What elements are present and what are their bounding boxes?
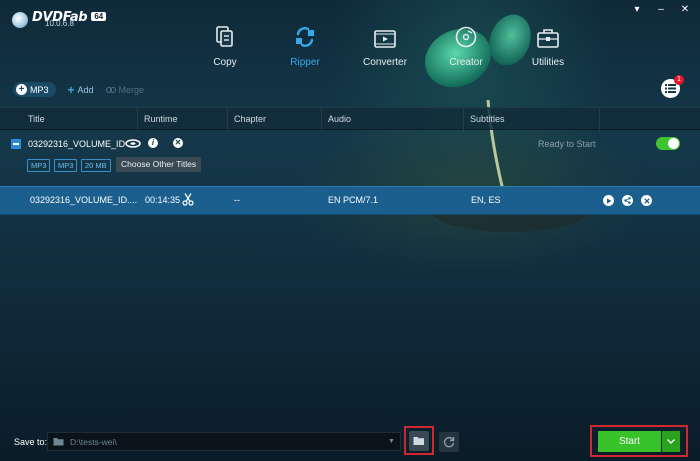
bluray-disc-icon <box>125 139 141 148</box>
play-icon <box>606 198 611 203</box>
save-path-value: D:\tests-wei\ <box>70 436 117 447</box>
start-options-button[interactable] <box>662 431 680 452</box>
tab-ripper-label: Ripper <box>290 57 320 68</box>
start-button[interactable]: Start <box>598 431 661 452</box>
refresh-icon <box>443 437 455 448</box>
merge-icon <box>105 86 116 93</box>
close-button[interactable]: ✕ <box>678 4 692 16</box>
column-chapter: Chapter <box>228 108 322 131</box>
open-folder-icon <box>413 436 424 445</box>
queue-count-badge: 1 <box>674 75 684 85</box>
merge-button[interactable]: Merge <box>105 84 145 95</box>
source-name: 03292316_VOLUME_ID <box>28 139 126 149</box>
column-title: Title <box>22 108 138 131</box>
choose-other-titles-button[interactable]: Choose Other Titles <box>116 157 202 172</box>
remove-title-button[interactable] <box>641 195 652 206</box>
source-toolbar: + MP3 + Add Merge <box>13 82 144 97</box>
tab-converter[interactable]: Converter <box>345 24 425 68</box>
table-header: Title Runtime Chapter Audio Subtitles <box>0 107 700 131</box>
status-text: Ready to Start <box>538 139 596 149</box>
output-profile-label: MP3 <box>30 84 49 95</box>
window-controls: ▾ – ✕ <box>630 4 692 16</box>
save-path-dropdown-icon[interactable]: ▼ <box>388 438 395 445</box>
settings-dropdown-icon[interactable]: ▾ <box>630 4 644 16</box>
tab-ripper[interactable]: Ripper <box>265 24 345 68</box>
module-tabs: Copy Ripper Converter Creator Utilities <box>185 24 589 68</box>
minus-icon <box>13 143 19 145</box>
row-chapter: -- <box>234 195 240 205</box>
source-enable-toggle[interactable] <box>656 137 680 150</box>
add-label: Add <box>77 84 94 95</box>
app-version: 10.0.6.8 <box>45 19 74 28</box>
row-runtime: 00:14:35 <box>145 195 181 205</box>
audio-format-tag[interactable]: MP3 <box>27 159 51 172</box>
refresh-button[interactable] <box>439 432 459 452</box>
plus-icon: + <box>16 84 27 95</box>
column-subtitles: Subtitles <box>464 108 600 131</box>
dvdfab-logo-icon <box>12 12 28 28</box>
add-button[interactable]: + Add <box>68 83 94 97</box>
ripper-icon <box>296 27 314 47</box>
utilities-icon <box>537 29 559 48</box>
list-icon <box>665 84 676 93</box>
scissors-icon[interactable] <box>182 193 194 206</box>
tab-creator[interactable]: Creator <box>425 24 507 68</box>
row-subtitles[interactable]: EN, ES <box>471 195 501 205</box>
output-profile-button[interactable]: + MP3 <box>13 82 56 97</box>
info-icon[interactable]: i <box>148 138 158 148</box>
size-tag: 20 MB <box>81 159 111 172</box>
folder-icon <box>53 438 64 446</box>
add-icon: + <box>67 82 75 97</box>
tab-converter-label: Converter <box>363 57 407 68</box>
tab-copy[interactable]: Copy <box>185 24 265 68</box>
row-title: 03292316_VOLUME_ID.... <box>30 195 138 205</box>
save-to-label: Save to: <box>14 437 48 447</box>
browse-folder-button[interactable] <box>409 430 429 451</box>
dvdfab-window: DVDFab 64 10.0.6.8 ▾ – ✕ Copy Ripper Con… <box>0 0 700 461</box>
share-button[interactable] <box>622 195 633 206</box>
tab-creator-label: Creator <box>449 57 483 68</box>
share-icon <box>624 197 631 204</box>
creator-icon <box>455 26 477 48</box>
bitness-badge: 64 <box>91 12 107 21</box>
browse-highlight <box>404 426 434 455</box>
close-icon <box>643 197 650 204</box>
tab-utilities-label: Utilities <box>531 57 565 68</box>
remove-source-icon[interactable]: ✕ <box>173 138 183 148</box>
save-path-field[interactable]: D:\tests-wei\ <box>47 432 401 451</box>
copy-icon <box>216 26 233 47</box>
chevron-down-icon <box>667 439 675 444</box>
minimize-button[interactable]: – <box>654 4 668 16</box>
column-audio: Audio <box>322 108 464 131</box>
tab-copy-label: Copy <box>213 57 237 68</box>
column-runtime: Runtime <box>138 108 228 131</box>
play-button[interactable] <box>603 195 614 206</box>
row-audio[interactable]: EN PCM/7.1 <box>328 195 378 205</box>
output-format-tag[interactable]: MP3 <box>54 159 78 172</box>
collapse-source-button[interactable] <box>11 139 21 149</box>
merge-label: Merge <box>118 84 145 95</box>
tab-utilities[interactable]: Utilities <box>507 24 589 68</box>
converter-icon <box>374 30 396 48</box>
